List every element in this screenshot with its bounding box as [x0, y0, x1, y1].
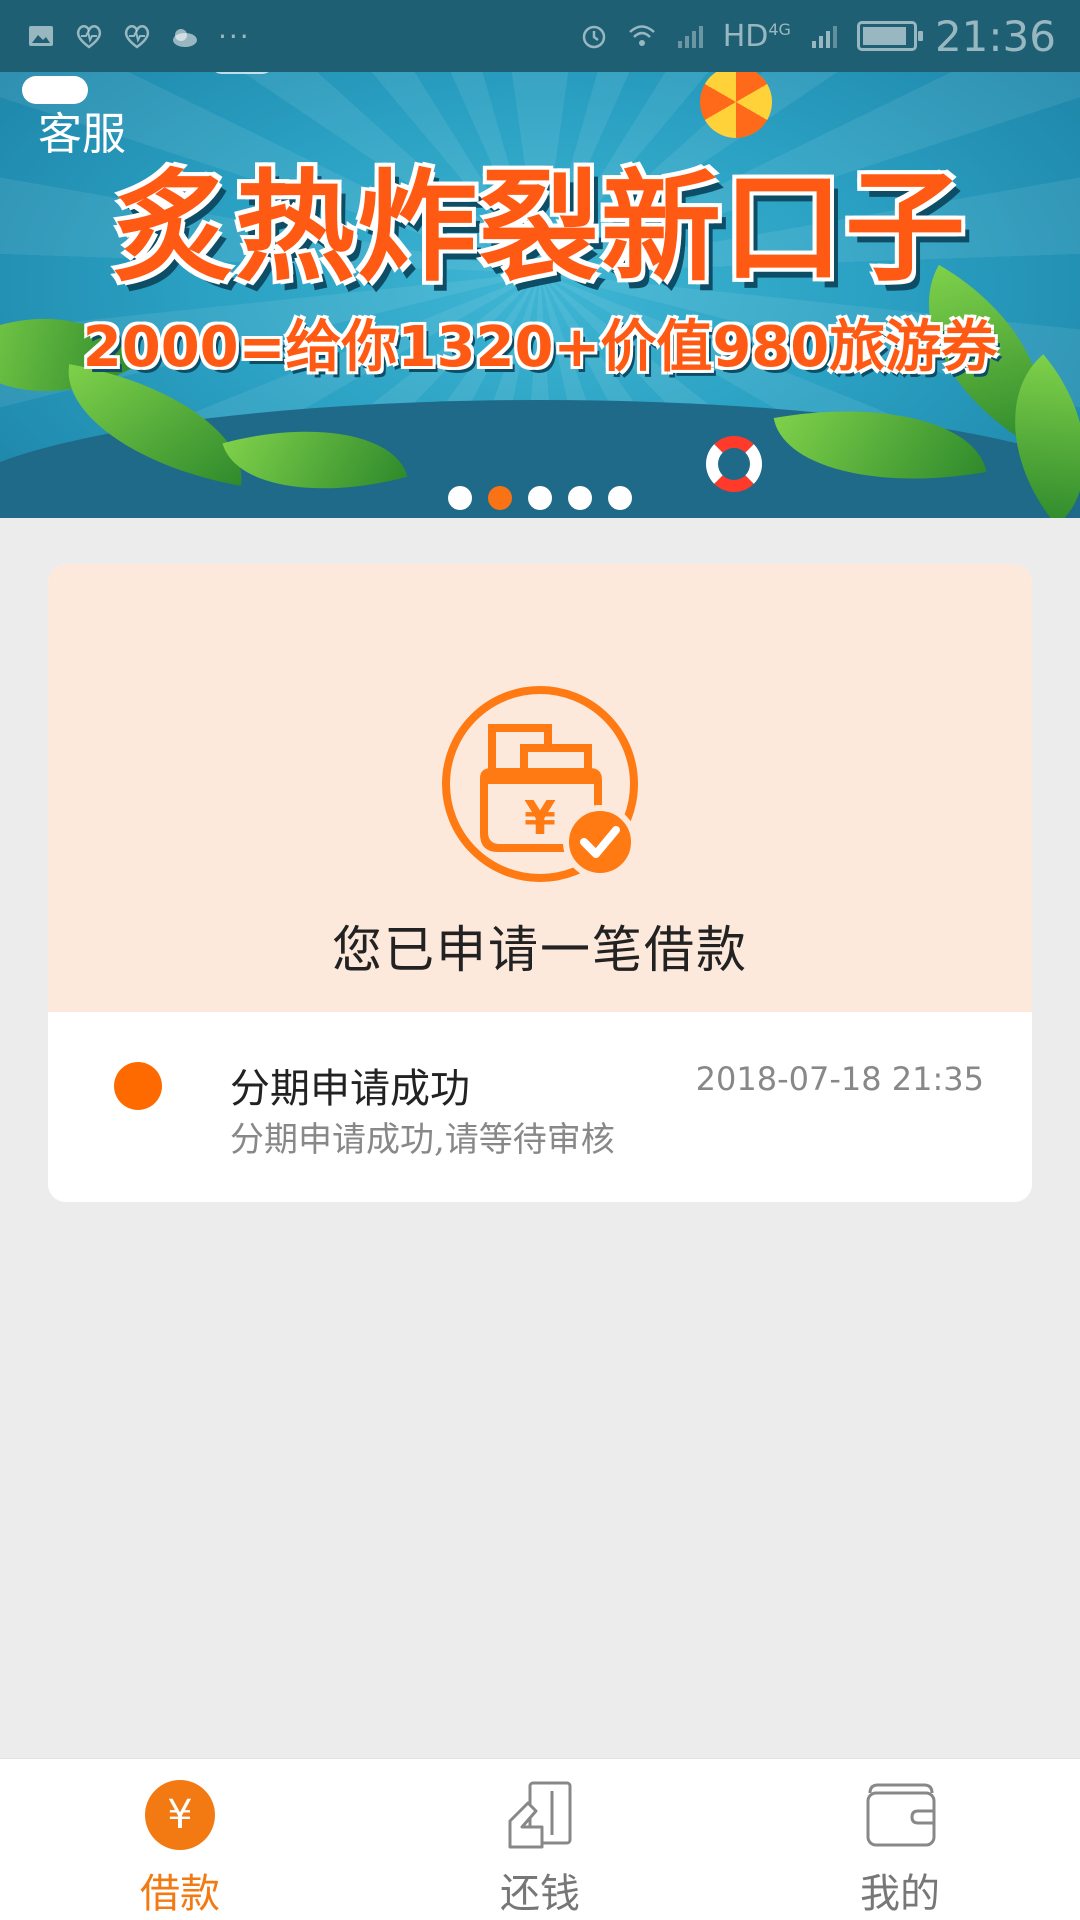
clock: 21:36 — [934, 11, 1056, 61]
wallet-icon — [862, 1777, 938, 1853]
alarm-icon — [582, 25, 605, 49]
lifebuoy-decoration — [706, 436, 762, 492]
battery-icon — [856, 21, 923, 51]
heart-rate-icon — [124, 25, 150, 49]
promo-banner[interactable]: 炙热炸裂新口子 2000=给你1320+价值980旅游券 客服 — [0, 0, 1080, 518]
banner-subline: 2000=给你1320+价值980旅游券 — [82, 315, 998, 380]
carousel-dot-active[interactable] — [488, 486, 512, 510]
carousel-dot[interactable] — [528, 486, 552, 510]
status-dot — [114, 1062, 162, 1110]
wifi-icon — [628, 25, 655, 46]
nav-label-repay: 还钱 — [500, 1871, 580, 1917]
carousel-indicator — [0, 486, 1080, 510]
weather-icon — [173, 29, 197, 47]
more-icon: ··· — [218, 19, 251, 53]
umbrella-decoration — [700, 66, 772, 138]
customer-service-button[interactable]: 客服 — [38, 98, 126, 162]
yuan-icon: ¥ — [142, 1777, 218, 1853]
entry-timestamp: 2018-07-18 21:35 — [695, 1060, 984, 1098]
repay-icon — [502, 1777, 578, 1853]
status-bar: ··· HD4G 21:36 — [0, 0, 1080, 72]
network-type: HD4G — [722, 18, 791, 54]
banner-headline: 炙热炸裂新口子 — [113, 159, 967, 298]
nav-item-loan[interactable]: ¥ 借款 — [0, 1759, 360, 1920]
nav-item-mine[interactable]: 我的 — [720, 1759, 1080, 1920]
loan-status-heading: 您已申请一笔借款 — [332, 921, 748, 979]
nav-item-repay[interactable]: 还钱 — [360, 1759, 720, 1920]
loan-card-header: ¥ 您已申请一笔借款 — [48, 564, 1032, 1012]
loan-status-card: ¥ 您已申请一笔借款 分期申请成功 分期申请成功,请等待审核 2018-07-1… — [48, 564, 1032, 1202]
svg-text:¥: ¥ — [524, 791, 556, 845]
heart-rate-icon — [76, 25, 102, 49]
entry-description: 分期申请成功,请等待审核 — [230, 1120, 615, 1160]
nav-label-mine: 我的 — [860, 1871, 940, 1917]
wallet-check-icon: ¥ — [442, 686, 638, 882]
carousel-dot[interactable] — [608, 486, 632, 510]
signal-icon — [811, 26, 837, 48]
carousel-dot[interactable] — [448, 486, 472, 510]
loan-timeline-entry: 分期申请成功 分期申请成功,请等待审核 2018-07-18 21:35 — [48, 1012, 1032, 1202]
signal-icon — [677, 26, 703, 48]
carousel-dot[interactable] — [568, 486, 592, 510]
nav-label-loan: 借款 — [140, 1871, 220, 1917]
image-icon — [29, 26, 53, 46]
entry-title: 分期申请成功 — [230, 1066, 470, 1112]
bottom-nav: ¥ 借款 还钱 我的 — [0, 1758, 1080, 1920]
